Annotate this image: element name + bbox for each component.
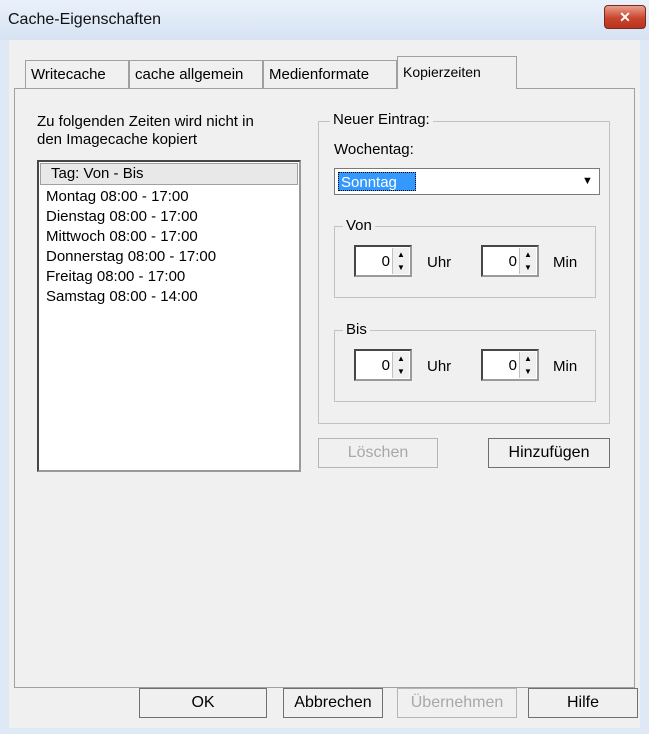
new-entry-label: Neuer Eintrag: [330, 112, 433, 128]
cancel-button[interactable]: Abbrechen [283, 688, 383, 718]
to-hour-unit: Uhr [427, 358, 452, 375]
apply-button[interactable]: Übernehmen [397, 688, 517, 718]
spin-up-icon[interactable]: ▲ [393, 248, 409, 261]
list-item[interactable]: Freitag 08:00 - 17:00 [46, 267, 185, 287]
close-button[interactable]: ✕ [604, 5, 646, 29]
tab-medienformate[interactable]: Medienformate [263, 60, 397, 88]
to-hour-value: 0 [381, 357, 390, 374]
list-item[interactable]: Donnerstag 08:00 - 17:00 [46, 247, 216, 267]
spin-down-icon[interactable]: ▼ [393, 365, 409, 378]
spin-up-icon[interactable]: ▲ [393, 352, 409, 365]
weekday-label: Wochentag: [334, 141, 414, 158]
from-minute-spinner[interactable]: 0 ▲ ▼ [481, 245, 539, 277]
weekday-selected-value: Sonntag [338, 172, 416, 191]
to-hour-spinner[interactable]: 0 ▲ ▼ [354, 349, 412, 381]
title-bar: Cache-Eigenschaften ✕ [0, 0, 649, 40]
list-column-header[interactable]: Tag: Von - Bis [40, 163, 298, 185]
ok-button[interactable]: OK [139, 688, 267, 718]
tab-writecache[interactable]: Writecache [25, 60, 129, 88]
to-minute-unit: Min [553, 358, 578, 375]
to-minute-spinner[interactable]: 0 ▲ ▼ [481, 349, 539, 381]
description-text: Zu folgenden Zeiten wird nicht in den Im… [37, 113, 254, 149]
from-minute-unit: Min [553, 254, 578, 271]
list-item[interactable]: Montag 08:00 - 17:00 [46, 187, 189, 207]
close-icon: ✕ [619, 9, 631, 25]
spin-up-icon[interactable]: ▲ [520, 248, 536, 261]
spin-down-icon[interactable]: ▼ [393, 261, 409, 274]
add-button[interactable]: Hinzufügen [488, 438, 610, 468]
to-group-label: Bis [343, 322, 370, 338]
spin-up-icon[interactable]: ▲ [520, 352, 536, 365]
chevron-down-icon[interactable]: ▼ [578, 171, 597, 192]
from-group-label: Von [343, 218, 375, 234]
help-button[interactable]: Hilfe [528, 688, 638, 718]
list-item[interactable]: Samstag 08:00 - 14:00 [46, 287, 198, 307]
from-minute-value: 0 [508, 253, 517, 270]
list-item[interactable]: Mittwoch 08:00 - 17:00 [46, 227, 198, 247]
from-hour-value: 0 [381, 253, 390, 270]
description-line-1: Zu folgenden Zeiten wird nicht in [37, 113, 254, 130]
delete-button[interactable]: Löschen [318, 438, 438, 468]
schedule-list[interactable]: Tag: Von - Bis Montag 08:00 - 17:00 Dien… [37, 160, 301, 472]
tab-cache-allgemein[interactable]: cache allgemein [129, 60, 263, 88]
list-item[interactable]: Dienstag 08:00 - 17:00 [46, 207, 198, 227]
from-hour-unit: Uhr [427, 254, 452, 271]
tab-kopierzeiten[interactable]: Kopierzeiten [397, 56, 517, 89]
from-hour-spinner[interactable]: 0 ▲ ▼ [354, 245, 412, 277]
spin-down-icon[interactable]: ▼ [520, 261, 536, 274]
weekday-select[interactable]: Sonntag ▼ [334, 168, 600, 195]
to-minute-value: 0 [508, 357, 517, 374]
spin-down-icon[interactable]: ▼ [520, 365, 536, 378]
description-line-2: den Imagecache kopiert [37, 131, 198, 148]
window-title: Cache-Eigenschaften [8, 11, 161, 28]
